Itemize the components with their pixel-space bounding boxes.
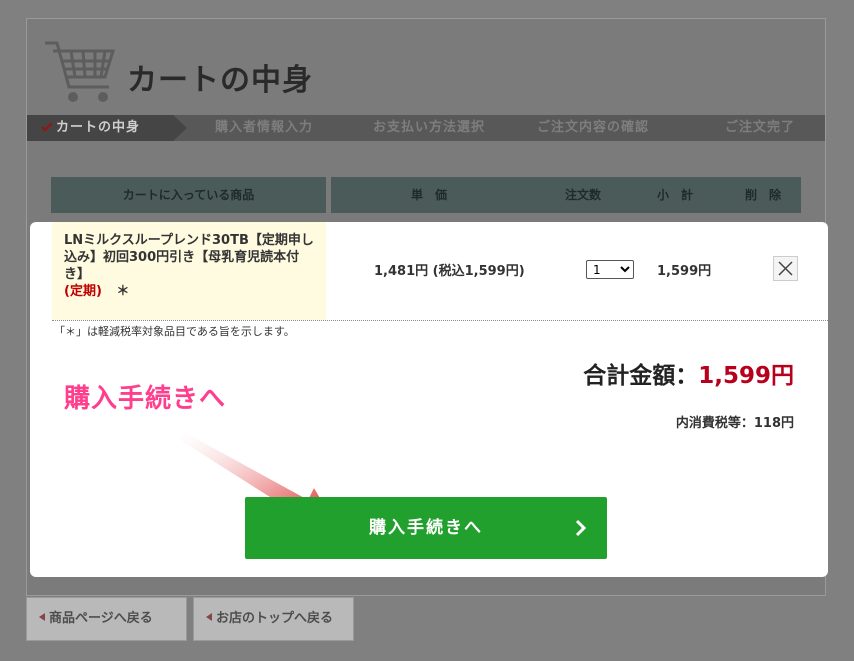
triangle-left-icon: [206, 613, 212, 621]
shopping-cart-icon: [45, 41, 116, 102]
checkout-button-label: 購入手続きへ: [369, 518, 483, 538]
page-header: カートの中身: [27, 19, 825, 115]
total-amount: 1,599円: [698, 363, 794, 389]
subtotal: 1,599円: [657, 264, 712, 279]
column-header-subtotal: 小 計: [657, 188, 694, 202]
subscription-tag: (定期): [64, 284, 102, 299]
total-line: 合計金額：1,599円: [583, 356, 794, 390]
back-to-product-label: 商品ページへ戻る: [49, 611, 153, 626]
product-name[interactable]: LNミルクスループレンド30TB【定期申し込み】初回300円引き【母乳育児読本付…: [64, 233, 314, 282]
page-title: カートの中身: [127, 63, 313, 98]
triangle-left-icon: [39, 613, 45, 621]
delete-button[interactable]: [773, 256, 798, 281]
step-buyer-info: 購入者情報入力: [215, 120, 314, 135]
step-cart: カートの中身: [27, 115, 187, 141]
column-header-qty: 注文数: [565, 188, 602, 202]
quantity-select[interactable]: 1: [586, 260, 634, 279]
reduced-tax-note: 「＊」は軽減税率対象品目である旨を示します。: [54, 325, 295, 338]
column-header-group: 単 価 注文数 小 計 削 除: [331, 177, 801, 213]
checkout-steps: カートの中身 購入者情報入力 お支払い方法選択 ご注文内容の確認 ご注文完了: [27, 115, 825, 141]
check-icon: [41, 122, 53, 132]
step-complete: ご注文完了: [725, 120, 796, 135]
product-cell: LNミルクスループレンド30TB【定期申し込み】初回300円引き【母乳育児読本付…: [52, 222, 326, 320]
step-label: カートの中身: [56, 120, 141, 135]
table-row: LNミルクスループレンド30TB【定期申し込み】初回300円引き【母乳育児読本付…: [52, 222, 828, 321]
total-label: 合計金額：: [583, 363, 699, 389]
tax-label: 内消費税等：: [675, 416, 754, 431]
column-header-product: カートに入っている商品: [51, 177, 326, 213]
tax-line: 内消費税等：118円: [676, 412, 794, 431]
close-icon: [778, 261, 793, 276]
chevron-right-icon: [575, 519, 587, 537]
column-header-delete: 削 除: [745, 188, 782, 202]
back-to-product-button[interactable]: 商品ページへ戻る: [26, 597, 187, 641]
checkout-button[interactable]: 購入手続きへ: [245, 497, 607, 559]
checkout-popup: LNミルクスループレンド30TB【定期申し込み】初回300円引き【母乳育児読本付…: [30, 222, 828, 577]
tax-amount: 118円: [753, 416, 794, 431]
step-confirm: ご注文内容の確認: [537, 120, 650, 135]
back-to-top-button[interactable]: お店のトップへ戻る: [193, 597, 354, 641]
unit-price: 1,481円 (税込1,599円): [374, 264, 525, 279]
callout-label: 購入手続きへ: [64, 384, 227, 414]
reduced-tax-mark: ＊: [116, 284, 130, 299]
step-payment: お支払い方法選択: [373, 120, 486, 135]
back-to-top-label: お店のトップへ戻る: [216, 611, 334, 626]
column-header-price: 単 価: [411, 188, 448, 202]
